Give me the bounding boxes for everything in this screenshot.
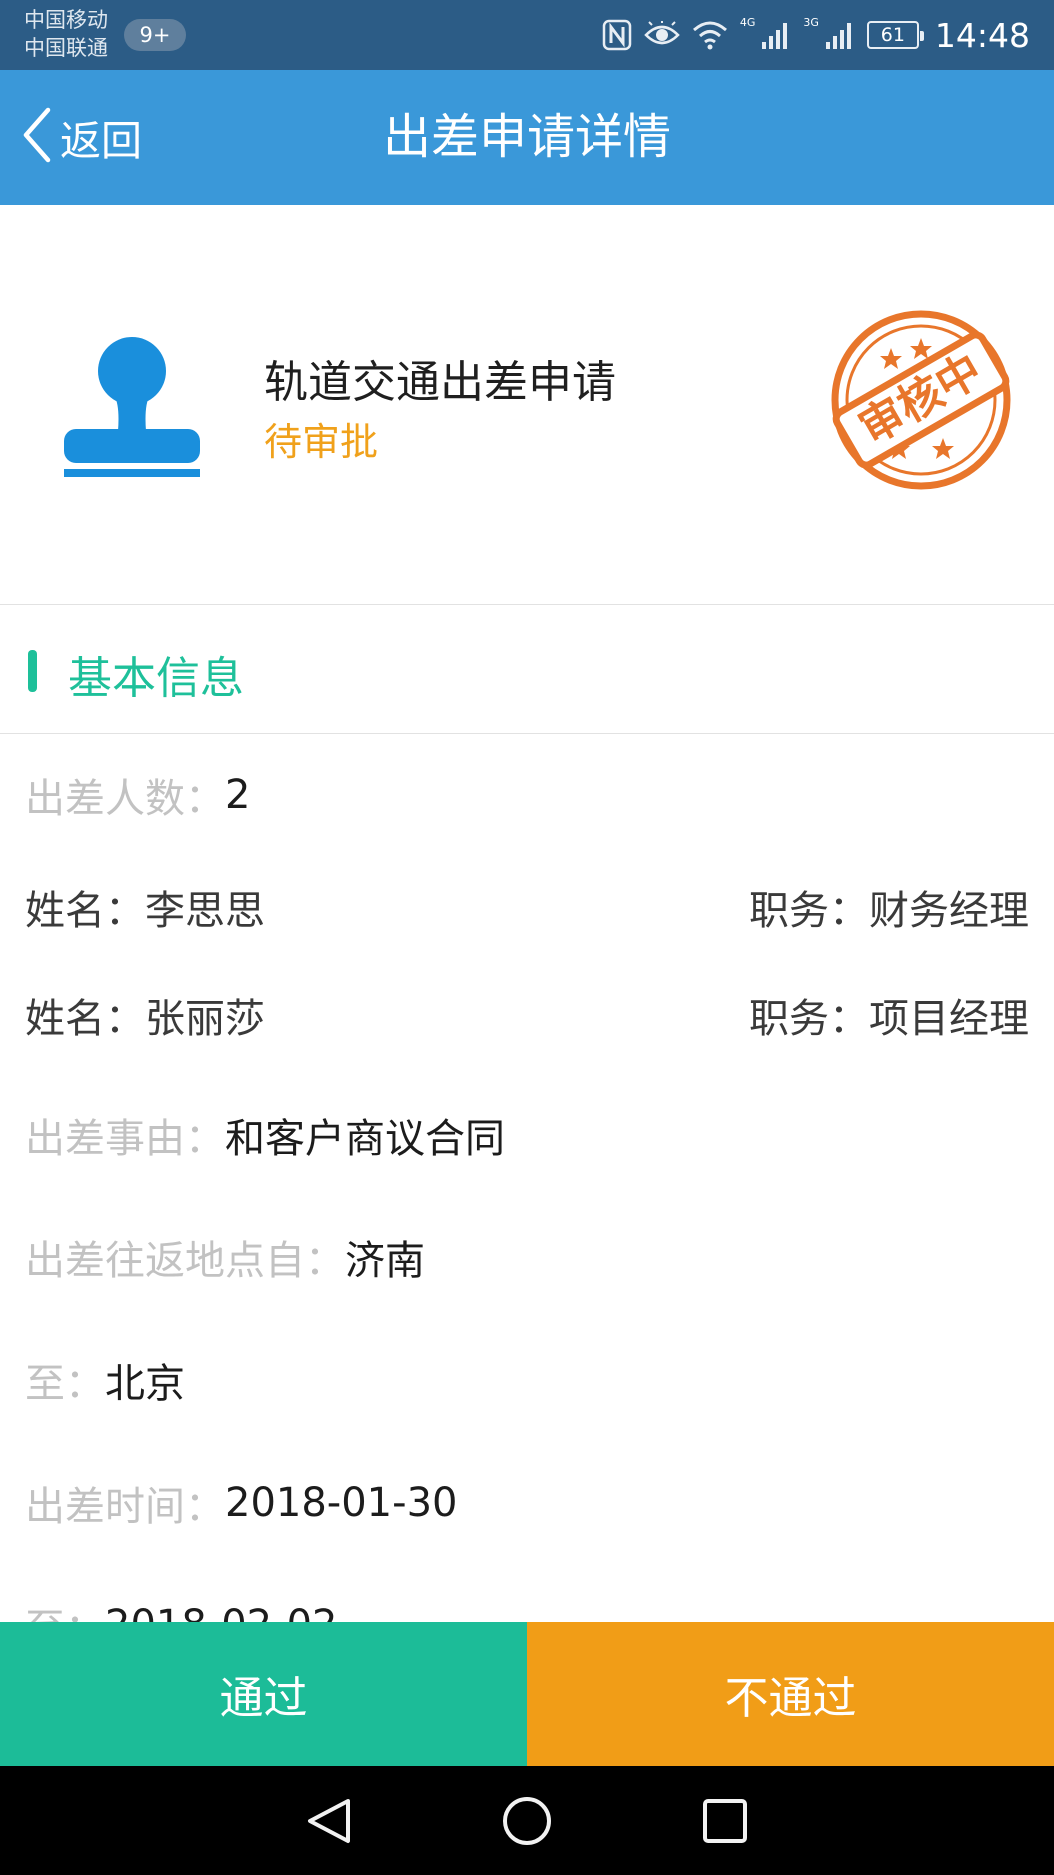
page-title: 出差申请详情 xyxy=(382,109,671,165)
traveler-role: 财务经理 xyxy=(869,888,1029,934)
origin-row: 出差往返地点自： 济南 xyxy=(25,1227,1029,1287)
status-icons: 4G 3G 61 14:48 xyxy=(602,0,1030,70)
status-bar: 中国移动 中国联通 9+ 4G 3G 61 14:48 xyxy=(0,0,1054,70)
traveler-role: 项目经理 xyxy=(869,996,1029,1042)
traveler-count-value: 2 xyxy=(225,772,251,818)
section-heading: 基本信息 xyxy=(0,606,1054,734)
action-bar: 通过 不通过 xyxy=(0,1622,1054,1766)
back-button[interactable]: 返回 xyxy=(22,104,142,170)
trip-reason-label: 出差事由： xyxy=(25,1116,225,1162)
trip-reason-row: 出差事由： 和客户商议合同 xyxy=(25,1105,1029,1165)
traveler-name: 李思思 xyxy=(145,888,265,934)
trip-reason-value: 和客户商议合同 xyxy=(225,1116,505,1162)
home-circle-icon[interactable] xyxy=(497,1791,557,1851)
end-date-value: 2018-02-02 xyxy=(105,1602,337,1622)
approve-button[interactable]: 通过 xyxy=(0,1622,527,1766)
traveler-role-label: 职务： xyxy=(749,888,869,934)
seal-stamp-icon xyxy=(64,335,200,485)
section-accent-bar xyxy=(28,650,37,692)
signal-4g-icon xyxy=(761,20,791,50)
carrier-1: 中国移动 xyxy=(24,8,108,32)
carrier-labels: 中国移动 中国联通 xyxy=(24,6,108,62)
nfc-icon xyxy=(602,19,632,51)
clock: 14:48 xyxy=(934,15,1030,55)
section-title: 基本信息 xyxy=(68,653,244,704)
signal-3g-icon xyxy=(825,20,855,50)
end-date-row: 至： 2018-02-02 xyxy=(25,1595,1029,1622)
system-nav-bar xyxy=(0,1766,1054,1875)
chevron-left-icon xyxy=(22,107,52,167)
battery-icon: 61 xyxy=(866,21,924,49)
traveler-role-label: 职务： xyxy=(749,996,869,1042)
reviewing-stamp: 审核中 xyxy=(818,305,1024,495)
back-label: 返回 xyxy=(60,117,142,165)
start-date-row: 出差时间： 2018-01-30 xyxy=(25,1473,1029,1533)
traveler-count-row: 出差人数： 2 xyxy=(25,765,1029,825)
traveler-row: 姓名： 张丽莎 职务： 项目经理 xyxy=(25,985,1029,1045)
title-bar: 返回 出差申请详情 xyxy=(0,70,1054,205)
application-header: 轨道交通出差申请 待审批 审核中 xyxy=(0,205,1054,605)
start-date-value: 2018-01-30 xyxy=(225,1480,458,1526)
eye-comfort-icon xyxy=(644,21,680,49)
wifi-icon xyxy=(692,20,728,50)
destination-value: 北京 xyxy=(105,1361,185,1407)
traveler-name: 张丽莎 xyxy=(145,996,265,1042)
end-date-label: 至： xyxy=(25,1596,105,1622)
carrier-2: 中国联通 xyxy=(24,36,108,60)
application-status: 待审批 xyxy=(264,420,379,464)
network-3g-label: 3G xyxy=(803,16,819,29)
notification-badge: 9+ xyxy=(124,19,186,51)
detail-list[interactable]: 出差人数： 2 姓名： 李思思 职务： 财务经理 姓名： 张丽莎 职务： 项目经… xyxy=(0,735,1054,1622)
network-4g-label: 4G xyxy=(739,16,756,29)
recents-square-icon[interactable] xyxy=(695,1791,755,1851)
reject-button[interactable]: 不通过 xyxy=(527,1622,1054,1766)
origin-label: 出差往返地点自： xyxy=(25,1238,345,1284)
application-name: 轨道交通出差申请 xyxy=(264,357,616,408)
start-date-label: 出差时间： xyxy=(25,1484,225,1530)
traveler-name-label: 姓名： xyxy=(25,996,145,1042)
traveler-name-label: 姓名： xyxy=(25,888,145,934)
traveler-row: 姓名： 李思思 职务： 财务经理 xyxy=(25,877,1029,937)
destination-label: 至： xyxy=(25,1361,105,1407)
traveler-count-label: 出差人数： xyxy=(25,776,225,822)
origin-value: 济南 xyxy=(345,1238,425,1284)
destination-row: 至： 北京 xyxy=(25,1350,1029,1410)
back-triangle-icon[interactable] xyxy=(299,1791,359,1851)
